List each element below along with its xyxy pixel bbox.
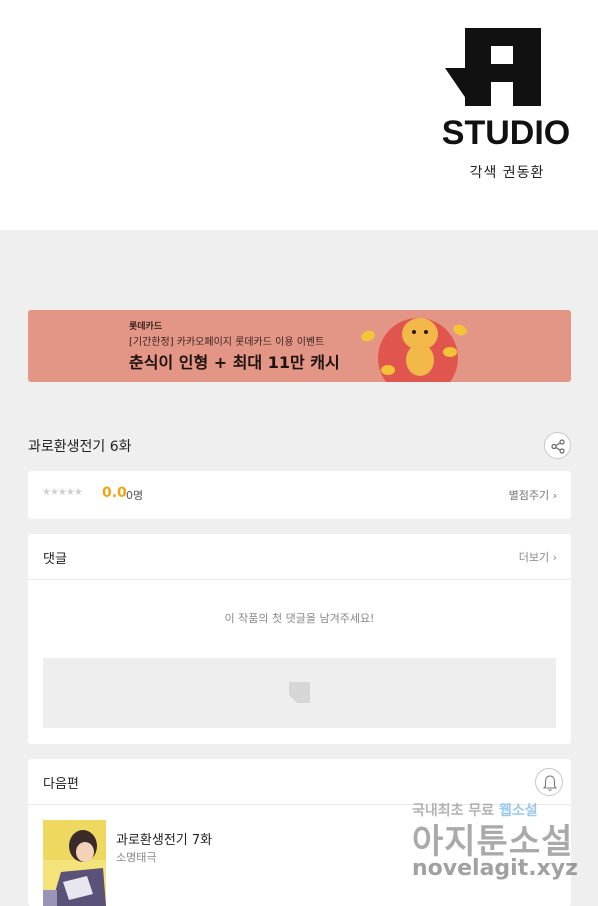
rating-count: 0명 [126,489,144,502]
banner-character-art [361,318,467,382]
rate-button[interactable]: 별점주기 › [509,487,557,503]
studio-logo: STUDIO [443,28,569,150]
comment-card: 댓글 더보기 › 이 작품의 첫 댓글을 남겨주세요! [28,534,571,744]
next-episode-title[interactable]: 과로환생전기 7화 [116,829,212,848]
rating-score: 0.0 [102,485,127,501]
rating-card: ★★★★★ 0.0 0명 별점주기 › [28,471,571,519]
banner-line2: [기간한정] 카카오페이지 롯데카드 이용 이벤트 [129,337,325,348]
watermark: 국내최초 무료 웹소설 아지툰소설 novelagit.xyz [412,800,592,890]
comment-header: 댓글 더보기 › [28,534,571,580]
comment-input-placeholder[interactable] [43,658,556,728]
share-icon [551,439,565,454]
promo-banner[interactable]: 롯데카드 [기간한정] 카카오페이지 롯데카드 이용 이벤트 춘식이 인형 + … [28,310,571,382]
watermark-line3: novelagit.xyz [412,856,578,881]
credit-text: 각색 권동환 [469,165,545,181]
bell-icon [542,775,558,791]
comment-more-link[interactable]: 더보기 › [519,549,557,565]
comment-label: 댓글 [43,552,67,567]
next-label: 다음편 [43,777,79,792]
share-button[interactable] [544,432,571,459]
banner-line3: 춘식이 인형 + 최대 11만 캐시 [129,353,340,372]
banner-line1: 롯데카드 [129,322,163,332]
header-area: STUDIO 각색 권동환 [0,0,598,230]
rating-stars: ★★★★★ [42,487,83,498]
notification-button[interactable] [535,768,563,796]
comment-empty-message: 이 작품의 첫 댓글을 남겨주세요! [224,612,375,625]
logo-text: STUDIO [443,114,569,150]
placeholder-icon [289,682,310,703]
next-episode-thumbnail[interactable] [43,820,106,906]
episode-title: 과로환생전기 6화 [28,439,132,455]
next-header: 다음편 [28,759,571,805]
next-episode-author: 소명태극 [116,851,157,864]
